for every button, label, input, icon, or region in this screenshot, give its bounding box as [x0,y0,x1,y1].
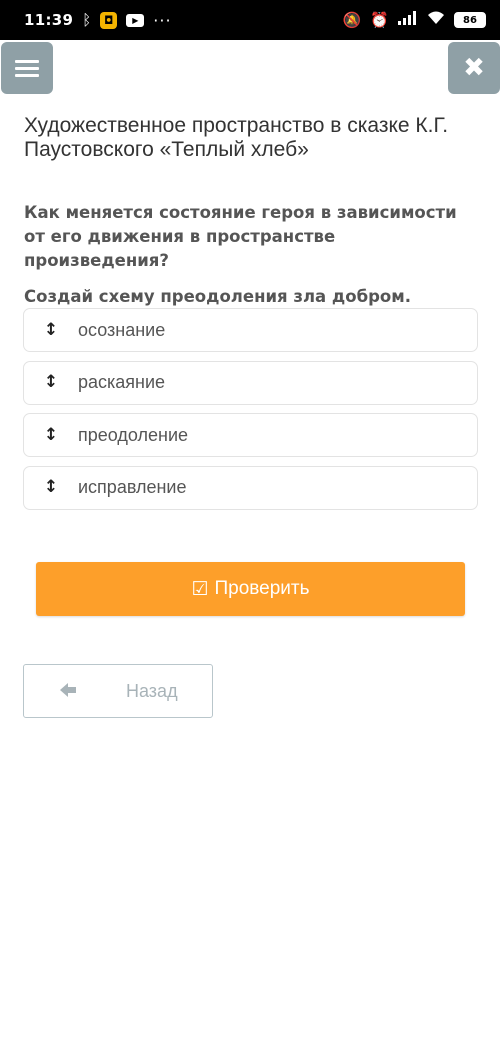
more-dots-icon: ··· [153,10,172,30]
status-bar-left: 11:39 ᛒ ◘ ▶ ··· [24,11,172,30]
ordering-item[interactable]: ↕ раскаяние [23,360,478,405]
drag-handle-icon[interactable]: ↕ [24,321,78,339]
check-button[interactable]: ☑ Проверить [36,562,465,616]
status-time: 11:39 [24,11,74,29]
drag-handle-icon[interactable]: ↕ [24,479,78,496]
status-bar-right: 🔕 ⏰ 86 [343,11,486,29]
battery-level: 86 [463,14,477,26]
instruction-text: Создай схему преодоления зла добром. [24,287,412,306]
ordering-list: ↕ осознание ↕ раскаяние ↕ преодоление ↕ … [23,308,478,518]
arrow-left-icon [58,680,78,706]
ordering-item[interactable]: ↕ преодоление [23,413,478,457]
wifi-icon [427,11,445,29]
ordering-item-label: осознание [78,319,166,340]
mute-icon: 🔕 [342,10,362,29]
back-button[interactable]: Назад [23,664,213,718]
drag-handle-icon[interactable]: ↕ [24,374,78,391]
menu-button[interactable] [1,42,53,94]
signal-icon [398,11,418,29]
ordering-item-label: преодоление [78,424,189,445]
back-button-label: Назад [126,681,178,701]
youtube-icon: ▶ [126,13,145,27]
ordering-item[interactable]: ↕ исправление [23,465,478,510]
ordering-item-label: исправление [78,477,187,497]
drag-handle-icon[interactable]: ↕ [24,426,78,444]
bluetooth-icon: ᛒ [82,10,92,29]
check-button-label: Проверить [214,578,310,599]
ordering-item-label: раскаяние [78,372,166,392]
close-icon: ✖ [463,53,485,83]
top-bar: ✖ [0,40,500,95]
app-notification-icon: ◘ [100,11,118,29]
hamburger-menu-icon [15,56,39,81]
status-bar: 11:39 ᛒ ◘ ▶ ··· 🔕 ⏰ 86 [0,0,500,40]
close-button[interactable]: ✖ [448,42,500,94]
ordering-item[interactable]: ↕ осознание [23,308,478,352]
lesson-title: Художественное пространство в сказке К.Г… [24,114,449,161]
question-text: Как меняется состояние героя в зависимос… [24,203,457,270]
battery-icon: 86 [454,12,486,28]
checkbox-check-icon: ☑ [191,578,209,600]
alarm-icon: ⏰ [370,10,389,29]
